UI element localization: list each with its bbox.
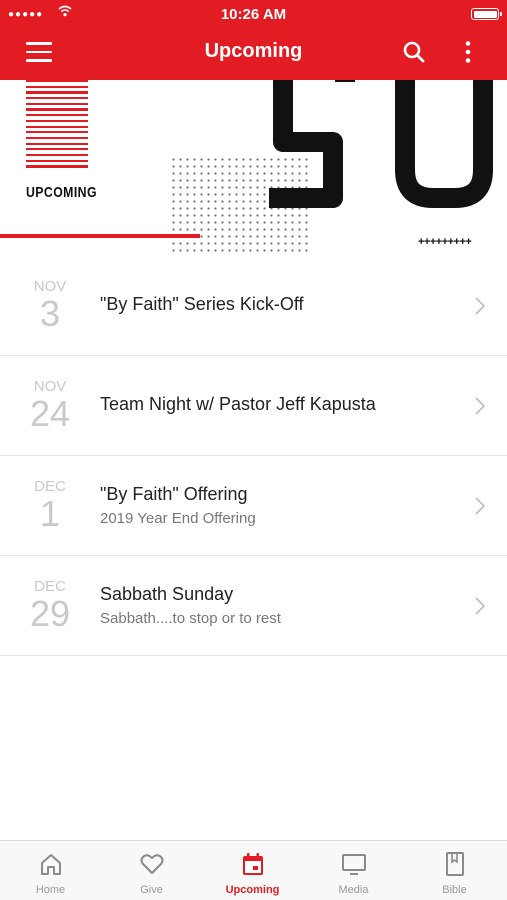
tab-label: Bible — [442, 884, 467, 896]
tab-bible[interactable]: Bible — [404, 841, 505, 900]
event-row[interactable]: DEC 29 Sabbath Sunday Sabbath....to stop… — [0, 556, 507, 656]
page-title: Upcoming — [204, 40, 303, 62]
chevron-right-icon — [475, 497, 486, 515]
event-title: "By Faith" Series Kick-Off — [100, 294, 304, 314]
search-icon[interactable] — [402, 40, 426, 64]
chevron-right-icon — [475, 397, 486, 415]
banner-red-line — [0, 234, 200, 238]
top-bar: ●●●●● 10:26 AM Upcoming — [0, 0, 507, 80]
event-date: NOV 3 — [20, 278, 80, 332]
event-date: NOV 24 — [20, 378, 80, 432]
tab-media[interactable]: Media — [303, 841, 404, 900]
monitor-icon — [342, 854, 366, 875]
status-time: 10:26 AM — [220, 6, 287, 23]
event-day: 1 — [39, 493, 61, 534]
battery-icon — [471, 8, 502, 20]
event-subtitle: 2019 Year End Offering — [100, 510, 256, 527]
tab-label: Upcoming — [225, 884, 280, 896]
chevron-right-icon — [475, 297, 486, 315]
status-bar: ●●●●● 10:26 AM — [0, 0, 507, 28]
tab-bar: Home Give Upcoming Media Bible — [0, 840, 507, 900]
event-title: "By Faith" Offering — [100, 484, 248, 504]
tab-give[interactable]: Give — [101, 841, 202, 900]
banner-big-letters — [269, 80, 493, 208]
tab-label: Give — [140, 884, 163, 896]
event-row[interactable]: NOV 24 Team Night w/ Pastor Jeff Kapusta — [0, 356, 507, 456]
event-title: Team Night w/ Pastor Jeff Kapusta — [100, 394, 376, 414]
chevron-right-icon — [475, 597, 486, 615]
banner-stripes — [26, 80, 88, 180]
event-date: DEC 1 — [20, 478, 80, 532]
event-day: 29 — [29, 593, 71, 634]
nav-bar: Upcoming — [0, 28, 507, 76]
heart-icon — [140, 854, 164, 874]
calendar-icon — [243, 853, 263, 875]
banner-plus-marks: +++++++++ — [418, 236, 472, 248]
event-day: 3 — [39, 293, 61, 334]
home-icon — [41, 854, 61, 875]
tab-label: Media — [338, 884, 369, 896]
event-day: 24 — [29, 393, 71, 434]
book-icon — [446, 852, 464, 876]
event-row[interactable]: DEC 1 "By Faith" Offering 2019 Year End … — [0, 456, 507, 556]
upcoming-banner: UPCOMING +++++++++ — [0, 80, 507, 256]
tab-home[interactable]: Home — [0, 841, 101, 900]
more-options-icon[interactable] — [458, 40, 478, 64]
event-row[interactable]: NOV 3 "By Faith" Series Kick-Off — [0, 256, 507, 356]
banner-label: UPCOMING — [26, 184, 97, 201]
event-title: Sabbath Sunday — [100, 584, 234, 604]
event-list: NOV 3 "By Faith" Series Kick-Off NOV 24 … — [0, 256, 507, 656]
tab-label: Home — [35, 884, 66, 896]
event-date: DEC 29 — [20, 578, 80, 632]
tab-upcoming[interactable]: Upcoming — [202, 841, 303, 900]
event-subtitle: Sabbath....to stop or to rest — [100, 610, 281, 627]
